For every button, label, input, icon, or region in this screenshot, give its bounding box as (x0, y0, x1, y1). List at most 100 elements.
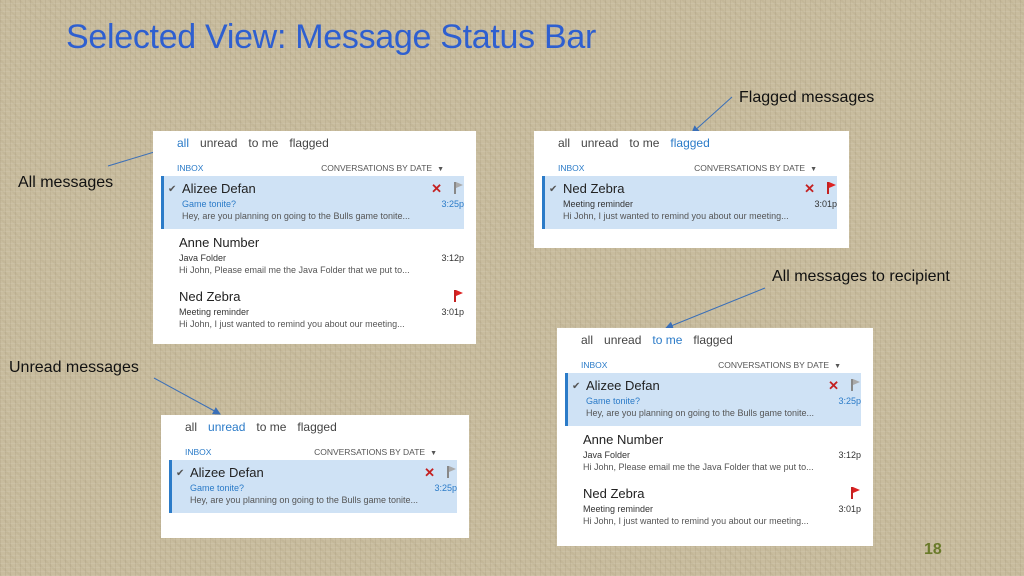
inbox-label[interactable]: INBOX (558, 163, 584, 173)
message-preview: Hey, are you planning on going to the Bu… (586, 408, 814, 418)
filter-flagged[interactable]: flagged (670, 136, 709, 150)
message-sender: Anne Number (179, 235, 260, 250)
message-preview: Hi John, Please email me the Java Folder… (179, 265, 410, 275)
chevron-down-icon: ▼ (437, 166, 444, 173)
inbox-label[interactable]: INBOX (581, 360, 607, 370)
arrow-to-me (665, 287, 766, 330)
check-icon: ✔ (572, 381, 581, 392)
message-row[interactable]: Ned Zebra Meeting reminder 3:01p Hi John… (161, 284, 464, 337)
message-sender: Ned Zebra (179, 289, 241, 304)
message-row[interactable]: Anne Number Java Folder 3:12p Hi John, P… (161, 230, 464, 283)
message-subject: Game tonite? (586, 396, 641, 406)
filter-flagged[interactable]: flagged (693, 333, 732, 347)
message-preview: Hey, are you planning on going to the Bu… (190, 495, 418, 505)
filter-bar: all unread to me flagged (558, 136, 721, 150)
message-preview: Hi John, Please email me the Java Folder… (583, 462, 814, 472)
filter-all[interactable]: all (558, 136, 570, 150)
chevron-down-icon: ▼ (430, 450, 437, 457)
filter-all[interactable]: all (177, 136, 189, 150)
message-time: 3:25p (434, 483, 457, 493)
message-row[interactable]: ✔ Ned Zebra ✕ Meeting reminder 3:01p Hi … (542, 176, 837, 229)
message-time: 3:01p (838, 504, 861, 514)
message-subject: Java Folder (583, 450, 631, 460)
message-preview: Hi John, I just wanted to remind you abo… (563, 211, 789, 221)
inbox-label[interactable]: INBOX (177, 163, 203, 173)
message-sender: Ned Zebra (563, 181, 625, 196)
check-icon: ✔ (549, 184, 558, 195)
check-icon: ✔ (168, 184, 177, 195)
message-preview: Hi John, I just wanted to remind you abo… (583, 516, 809, 526)
message-time: 3:25p (838, 396, 861, 406)
filter-to-me[interactable]: to me (256, 420, 286, 434)
filter-unread[interactable]: unread (200, 136, 237, 150)
sort-dropdown[interactable]: CONVERSATIONS BY DATE ▼ (694, 163, 817, 173)
message-subject: Meeting reminder (563, 199, 634, 209)
message-row[interactable]: ✔ Alizee Defan ✕ Game tonite? 3:25p Hey,… (161, 176, 464, 229)
panel-unread-view: all unread to me flagged INBOX CONVERSATION… (161, 415, 469, 538)
inbox-label[interactable]: INBOX (185, 447, 211, 457)
delete-icon[interactable]: ✕ (804, 181, 815, 197)
filter-unread[interactable]: unread (208, 420, 245, 434)
label-unread-messages: Unread messages (9, 359, 139, 376)
filter-unread[interactable]: unread (581, 136, 618, 150)
message-time: 3:25p (441, 199, 464, 209)
filter-unread[interactable]: unread (604, 333, 641, 347)
message-row[interactable]: ✔ Alizee Defan ✕ Game tonite? 3:25p Hey,… (565, 373, 861, 426)
flag-icon[interactable] (850, 487, 860, 499)
message-time: 3:12p (441, 253, 464, 263)
filter-all[interactable]: all (581, 333, 593, 347)
delete-icon[interactable]: ✕ (424, 465, 435, 481)
message-subject: Game tonite? (182, 199, 237, 209)
sort-dropdown[interactable]: CONVERSATIONS BY DATE ▼ (718, 360, 841, 370)
filter-bar: all unread to me flagged (581, 333, 744, 347)
flag-icon[interactable] (453, 290, 463, 302)
flag-icon[interactable] (850, 379, 860, 391)
chevron-down-icon: ▼ (810, 166, 817, 173)
filter-all[interactable]: all (185, 420, 197, 434)
filter-to-me[interactable]: to me (652, 333, 682, 347)
message-row[interactable]: Anne Number Java Folder 3:12p Hi John, P… (565, 427, 861, 480)
sort-label: CONVERSATIONS BY DATE (321, 163, 433, 173)
filter-flagged[interactable]: flagged (297, 420, 336, 434)
delete-icon[interactable]: ✕ (828, 378, 839, 394)
chevron-down-icon: ▼ (834, 363, 841, 370)
slide-number: 18 (924, 541, 942, 558)
message-sender: Alizee Defan (586, 378, 660, 393)
arrow-flagged (691, 96, 733, 134)
label-to-recipient: All messages to recipient (772, 268, 950, 285)
filter-flagged[interactable]: flagged (289, 136, 328, 150)
sort-label: CONVERSATIONS BY DATE (314, 447, 426, 457)
message-subject: Meeting reminder (583, 504, 654, 514)
message-sender: Anne Number (583, 432, 664, 447)
panel-to-me-view: all unread to me flagged INBOX CONVERSATION… (557, 328, 873, 546)
message-row[interactable]: ✔ Alizee Defan ✕ Game tonite? 3:25p Hey,… (169, 460, 457, 513)
flag-icon[interactable] (453, 182, 463, 194)
flag-icon[interactable] (446, 466, 456, 478)
message-time: 3:12p (838, 450, 861, 460)
filter-bar: all unread to me flagged (177, 136, 340, 150)
label-flagged-messages: Flagged messages (739, 89, 875, 106)
filter-to-me[interactable]: to me (248, 136, 278, 150)
filter-to-me[interactable]: to me (629, 136, 659, 150)
message-row[interactable]: Ned Zebra Meeting reminder 3:01p Hi John… (565, 481, 861, 534)
filter-bar: all unread to me flagged (185, 420, 348, 434)
message-subject: Meeting reminder (179, 307, 250, 317)
delete-icon[interactable]: ✕ (431, 181, 442, 197)
sort-label: CONVERSATIONS BY DATE (694, 163, 806, 173)
sort-dropdown[interactable]: CONVERSATIONS BY DATE ▼ (321, 163, 444, 173)
flag-icon[interactable] (826, 182, 836, 194)
sort-dropdown[interactable]: CONVERSATIONS BY DATE ▼ (314, 447, 437, 457)
slide-title: Selected View: Message Status Bar (66, 18, 596, 56)
check-icon: ✔ (176, 468, 185, 479)
message-sender: Alizee Defan (190, 465, 264, 480)
panel-flagged-view: all unread to me flagged INBOX CONVERSATION… (534, 131, 849, 248)
arrow-unread (153, 377, 221, 415)
message-time: 3:01p (814, 199, 837, 209)
message-sender: Ned Zebra (583, 486, 645, 501)
message-sender: Alizee Defan (182, 181, 256, 196)
panel-all-view: all unread to me flagged INBOX CONVERSATION… (153, 131, 476, 344)
message-preview: Hi John, I just wanted to remind you abo… (179, 319, 405, 329)
label-all-messages: All messages (18, 174, 114, 191)
message-preview: Hey, are you planning on going to the Bu… (182, 211, 410, 221)
message-subject: Java Folder (179, 253, 227, 263)
